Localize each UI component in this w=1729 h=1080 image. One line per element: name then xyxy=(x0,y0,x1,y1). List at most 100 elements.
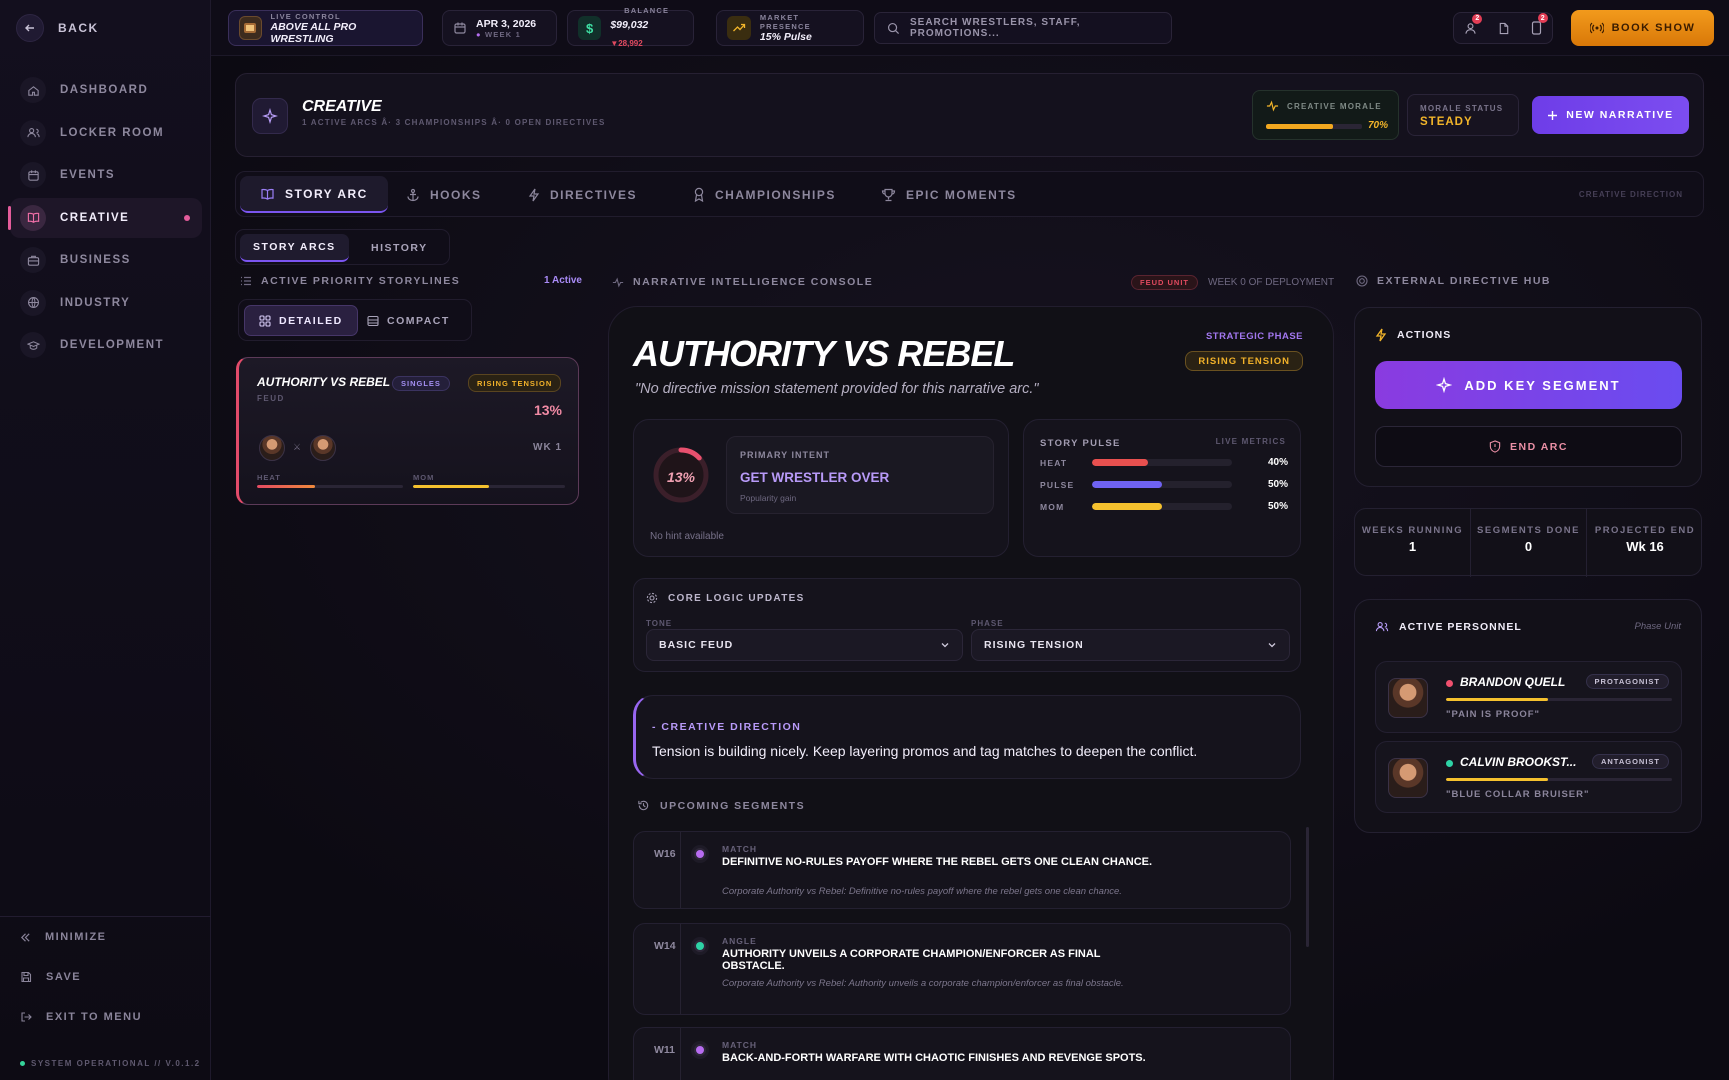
stat-value: 1 xyxy=(1408,539,1417,554)
wrestler-avatar xyxy=(310,435,336,461)
book-icon xyxy=(260,187,275,201)
double-chevron-left-icon xyxy=(20,932,31,943)
new-narrative-button[interactable]: NEW NARRATIVE xyxy=(1532,96,1689,134)
save-label: SAVE xyxy=(46,971,82,983)
sidebar-item-creative[interactable]: CREATIVE xyxy=(8,197,202,238)
segment-title: AUTHORITY UNVEILS A CORPORATE CHAMPION/E… xyxy=(722,948,1101,972)
list-icon xyxy=(240,276,252,286)
upcoming-heading: UPCOMING SEGMENTS xyxy=(637,799,805,812)
market-presence-pill[interactable]: MARKET PRESENCE 15% Pulse xyxy=(716,10,864,46)
storyline-card[interactable]: AUTHORITY VS REBEL SINGLES RISING TENSIO… xyxy=(236,357,579,505)
sidebar-item-events[interactable]: EVENTS xyxy=(10,155,202,195)
personnel-unit: Phase Unit xyxy=(1634,621,1681,632)
sidebar-item-business[interactable]: BUSINESS xyxy=(10,240,202,280)
system-status-text: SYSTEM OPERATIONAL // V.0.1.2 xyxy=(31,1059,201,1068)
globe-icon xyxy=(20,289,46,316)
personnel-heading: ACTIVE PERSONNEL xyxy=(1375,620,1522,633)
subtab-story-arcs[interactable]: STORY ARCS xyxy=(240,234,349,262)
book-show-button[interactable]: BOOK SHOW xyxy=(1571,10,1714,46)
user-icon[interactable]: 2 xyxy=(1464,13,1483,35)
sidebar-item-label: BUSINESS xyxy=(60,254,131,266)
tab-epic-moments[interactable]: EPIC MOMENTS xyxy=(861,176,1037,213)
arrow-left-icon xyxy=(16,14,44,42)
morale-status-value: STEADY xyxy=(1420,116,1473,128)
anchor-icon xyxy=(406,188,420,202)
status-dot xyxy=(20,1061,25,1066)
personnel-name: BRANDON QUELL xyxy=(1460,675,1566,689)
segment-row[interactable]: W11 MATCH BACK-AND-FORTH WARFARE WITH CH… xyxy=(633,1027,1291,1080)
personnel-name: CALVIN BROOKST... xyxy=(1460,755,1577,769)
personnel-card[interactable]: BRANDON QUELL PROTAGONIST "PAIN IS PROOF… xyxy=(1375,661,1682,733)
search-bar[interactable]: SEARCH WRESTLERS, STAFF, PROMOTIONS... xyxy=(874,12,1172,44)
phase-select-label: PHASE xyxy=(971,619,1004,628)
calendar-icon xyxy=(20,162,46,188)
sidebar-item-dashboard[interactable]: DASHBOARD xyxy=(10,70,202,110)
segment-row[interactable]: W16 MATCH DEFINITIVE NO-RULES PAYOFF WHE… xyxy=(633,831,1291,909)
versus-icon: ⚔ xyxy=(293,442,302,452)
tab-label: EPIC MOMENTS xyxy=(906,187,1017,202)
phone-icon[interactable]: 2 xyxy=(1531,13,1548,35)
end-arc-button[interactable]: END ARC xyxy=(1375,426,1682,467)
heat-bar-fill xyxy=(257,485,316,488)
search-input[interactable]: SEARCH WRESTLERS, STAFF, PROMOTIONS... xyxy=(910,17,1171,39)
stat-value: Wk 16 xyxy=(1626,539,1664,554)
active-storylines-heading: ACTIVE PRIORITY STORYLINES xyxy=(240,275,460,287)
sidebar-item-development[interactable]: DEVELOPMENT xyxy=(10,325,202,365)
book-show-label: BOOK SHOW xyxy=(1611,22,1696,34)
scrollbar[interactable] xyxy=(1306,827,1309,947)
view-compact-button[interactable]: COMPACT xyxy=(353,305,464,336)
view-detailed-button[interactable]: DETAILED xyxy=(244,305,358,336)
tab-label: CHAMPIONSHIPS xyxy=(715,187,836,202)
sidebar-item-industry[interactable]: INDUSTRY xyxy=(10,283,202,323)
intent-value: GET WRESTLER OVER xyxy=(740,470,890,485)
tone-select[interactable]: BASIC FEUD xyxy=(646,629,963,661)
back-button[interactable]: BACK xyxy=(16,14,99,42)
add-key-segment-label: ADD KEY SEGMENT xyxy=(1464,377,1621,393)
minimize-button[interactable]: MINIMIZE xyxy=(0,917,211,957)
phase-select[interactable]: RISING TENSION xyxy=(971,629,1290,661)
segment-row[interactable]: W14 ANGLE AUTHORITY UNVEILS A CORPORATE … xyxy=(633,923,1291,1015)
exit-to-menu-button[interactable]: EXIT TO MENU xyxy=(0,997,211,1037)
personnel-card[interactable]: CALVIN BROOKST... ANTAGONIST "BLUE COLLA… xyxy=(1375,741,1682,813)
tab-hooks[interactable]: HOOKS xyxy=(386,176,502,213)
logout-icon xyxy=(20,1011,32,1023)
home-icon xyxy=(20,77,46,103)
status-dot xyxy=(1446,760,1453,767)
date-pill[interactable]: APR 3, 2026 ● WEEK 1 xyxy=(442,10,557,46)
tab-championships[interactable]: CHAMPIONSHIPS xyxy=(673,176,856,213)
creative-tabs: STORY ARC HOOKS DIRECTIVES CHAMPIONSHIPS… xyxy=(235,171,1704,217)
metric-bar-fill xyxy=(1092,503,1162,510)
promotion-name: ABOVE ALL PRO WRESTLING xyxy=(270,20,357,45)
view-compact-label: COMPACT xyxy=(387,314,450,327)
feud-unit-tag: FEUD UNIT xyxy=(1131,275,1198,290)
sidebar-nav: DASHBOARD LOCKER ROOM EVENTS CREATIVE BU… xyxy=(8,70,202,368)
sparkle-icon xyxy=(1436,377,1453,393)
live-control-pill[interactable]: LIVE CONTROL ABOVE ALL PRO WRESTLING xyxy=(228,10,423,46)
balance-pill[interactable]: $ BALANCE $99,032 ▼28,992 xyxy=(567,6,694,48)
minimize-label: MINIMIZE xyxy=(45,931,107,943)
tab-directives[interactable]: DIRECTIVES xyxy=(508,176,657,213)
users-icon xyxy=(1375,620,1389,633)
morale-status-label: MORALE STATUS xyxy=(1420,104,1504,113)
metric-value: 50% xyxy=(1267,501,1288,512)
metric-row: PULSE 50% xyxy=(1040,479,1288,491)
current-date: APR 3, 2026 xyxy=(476,17,537,30)
arc-stats: WEEKS RUNNING 1 SEGMENTS DONE 0 PROJECTED … xyxy=(1354,508,1702,577)
file-icon[interactable] xyxy=(1498,22,1510,35)
metric-bar xyxy=(1092,459,1232,466)
add-key-segment-button[interactable]: ADD KEY SEGMENT xyxy=(1375,361,1682,409)
sidebar-item-locker-room[interactable]: LOCKER ROOM xyxy=(10,113,202,153)
tab-story-arc[interactable]: STORY ARC xyxy=(240,176,388,213)
sidebar-item-label: DASHBOARD xyxy=(60,84,149,96)
save-button[interactable]: SAVE xyxy=(0,957,211,997)
broadcast-icon xyxy=(1589,22,1604,34)
sidebar-item-label: DEVELOPMENT xyxy=(60,339,165,351)
narrative-console: AUTHORITY VS REBEL "No directive mission… xyxy=(608,306,1334,1080)
subtab-history[interactable]: HISTORY xyxy=(358,234,441,262)
strategic-phase-label: STRATEGIC PHASE xyxy=(1205,331,1303,342)
mom-bar xyxy=(413,485,565,488)
status-dot xyxy=(1446,680,1453,687)
personnel-label: ACTIVE PERSONNEL xyxy=(1399,620,1522,633)
ring-value: 13% xyxy=(666,469,696,485)
strategic-phase-tag: RISING TENSION xyxy=(1185,351,1303,371)
